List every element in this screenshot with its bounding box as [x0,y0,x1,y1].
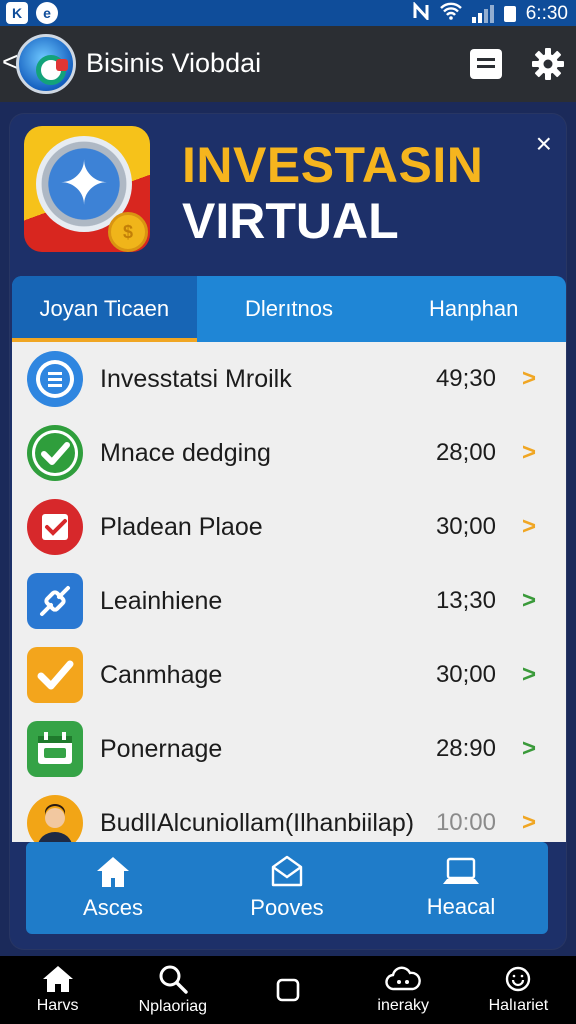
chevron-right-icon: > [521,661,536,688]
signal-icon [471,5,494,23]
list-item-time: 30;00 [435,513,496,540]
chevron-right-icon: > [521,735,536,762]
tab-hanphan[interactable]: Hanphan [381,276,566,342]
hero-app-icon: $ [24,126,150,252]
info-icon [26,350,84,408]
checkbox-icon [26,498,84,556]
check-icon [26,646,84,704]
hero-title-line1: INVESTASIN [182,137,484,193]
hero-title-line2: VIRTUAL [182,193,399,249]
chevron-right-icon: > [521,439,536,466]
investment-list: Invesstatsi Mroilk 49;30 > Mnace dedging… [12,342,566,842]
nav-label: Pooves [250,895,324,920]
list-item-time: 13;30 [435,587,496,614]
list-item[interactable]: Pladean Plaoe 30;00 > [12,490,566,564]
list-item-label: Invesstatsi Mroilk [100,364,292,393]
nav-asces[interactable]: Asces [26,842,200,934]
nav-pooves[interactable]: Pooves [200,842,374,934]
list-item-time: 28:90 [435,735,496,762]
app-logo [16,34,76,94]
sysnav-label: Halıariet [488,997,549,1014]
list-item-time: 28;00 [435,439,496,466]
search-icon [159,965,188,994]
nav-label: Asces [83,895,143,920]
tab-dleritnos[interactable]: Dlerıtnos [197,276,382,342]
link-icon [26,572,84,630]
kt-icon: K [6,2,28,24]
wifi-icon [439,2,462,26]
list-item[interactable]: Ponernage 28:90 > [12,712,566,786]
sysnav-harvs[interactable]: Harvs [0,956,115,1024]
check-icon [26,424,84,482]
app-bar: < Bisinis Viobdai [0,26,576,102]
inner-bottom-nav: Asces Pooves Heacal [26,842,548,934]
settings-button[interactable] [530,46,566,82]
home-icon [97,857,129,887]
no-sim-icon [412,1,430,26]
investment-card: $ INVESTASIN VIRTUAL × Joyan Ticaen Dler… [10,114,566,949]
status-time: 6::30 [525,3,568,24]
nav-heacal[interactable]: Heacal [374,842,548,934]
gear-icon [532,48,564,80]
tab-joyan-ticaen[interactable]: Joyan Ticaen [12,276,197,342]
sysnav-label: Nplaoriag [138,998,208,1015]
message-button[interactable] [468,46,504,82]
battery-icon [503,6,516,22]
square-icon [276,978,300,1002]
chevron-right-icon: > [521,587,536,614]
list-item[interactable]: Mnace dedging 28;00 > [12,416,566,490]
list-item-label: Ponernage [100,734,223,763]
tab-bar: Joyan Ticaen Dlerıtnos Hanphan [12,276,566,342]
e-icon: e [36,2,58,24]
status-bar: K e 6::30 [0,0,576,26]
sysnav-haliariet[interactable]: Halıariet [461,956,576,1024]
list-item[interactable]: Invesstatsi Mroilk 49;30 > [12,342,566,416]
list-item-label: BudlIAlcuniollam(Ilhanbiilap) [100,808,415,837]
list-item-label: Pladean Plaoe [100,512,263,541]
sysnav-overview[interactable] [230,956,345,1024]
avatar-icon [26,794,84,842]
list-item-time: 10:00 [435,809,496,836]
app-title: Bisinis Viobdai [86,48,262,78]
list-item-label: Canmhage [100,660,223,689]
sysnav-search[interactable]: Nplaoriag [115,956,230,1024]
chevron-right-icon: > [521,365,536,392]
sysnav-label: Harvs [36,997,79,1014]
list-item[interactable]: BudlIAlcuniollam(Ilhanbiilap) 10:00 > [12,786,566,842]
list-item-time: 49;30 [435,365,496,392]
nav-label: Heacal [426,894,496,919]
sysnav-label: ineraky [377,997,429,1014]
home-icon [42,966,73,992]
coin-icon: $ [108,212,148,252]
system-nav-bar: Harvs Nplaoriag ineraky Halıariet [0,956,576,1024]
list-item-time: 30;00 [435,661,496,688]
laptop-icon [443,857,479,884]
list-item-label: Mnace dedging [100,438,271,467]
list-item-label: Leainhiene [100,586,223,615]
message-icon [470,49,502,79]
close-icon[interactable]: × [536,130,552,158]
chevron-right-icon: > [521,809,536,836]
list-item[interactable]: Canmhage 30;00 > [12,638,566,712]
sysnav-ineraky[interactable]: ineraky [346,956,461,1024]
calendar-icon [26,720,84,778]
smiley-icon [506,966,531,992]
chevron-right-icon: > [521,513,536,540]
envelope-icon [271,855,303,887]
list-item[interactable]: Leainhiene 13;30 > [12,564,566,638]
cloud-icon [385,966,422,991]
